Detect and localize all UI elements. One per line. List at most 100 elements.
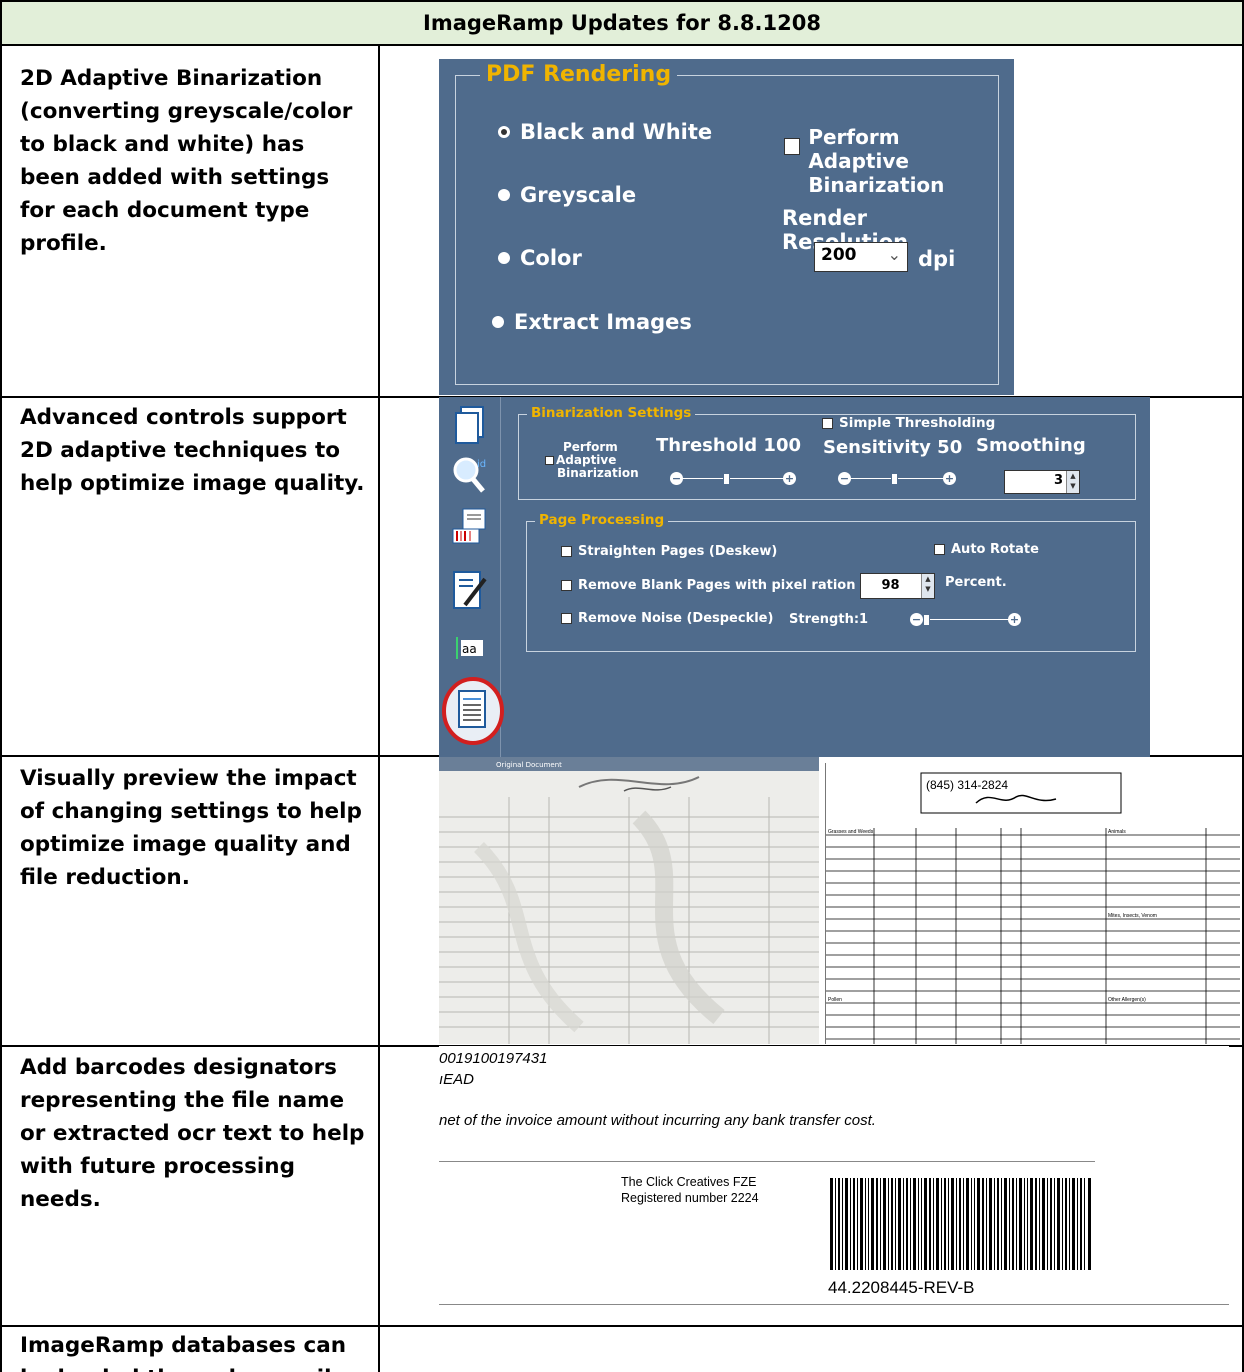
perform-adaptive-checkbox[interactable]: Perform Adaptive Binarization (784, 125, 998, 197)
company-info: The Click Creatives FZE Registered numbe… (621, 1174, 759, 1206)
plus-icon[interactable]: + (783, 472, 796, 485)
pages-icon[interactable] (451, 405, 489, 449)
radio-label: Extract Images (514, 310, 692, 334)
resolution-select[interactable]: 200 ⌄ (814, 242, 908, 272)
pdf-rendering-group: PDF Rendering Black and White Greyscale … (455, 62, 999, 385)
simple-thresholding-checkbox[interactable]: Simple Thresholding (822, 415, 995, 431)
checkbox-icon (561, 580, 572, 591)
smoothing-spinner[interactable]: 3 ▲ ▼ (1004, 470, 1080, 494)
divider-line (439, 1161, 1095, 1162)
svg-text:Animals: Animals (1108, 829, 1126, 835)
row-description: Add barcodes designators representing th… (20, 1055, 365, 1212)
perform-adaptive-checkbox[interactable]: Adaptive (545, 454, 616, 466)
search-id-icon[interactable]: id (451, 453, 489, 497)
strength-label: Strength:1 (789, 612, 869, 627)
plus-icon[interactable]: + (1008, 613, 1021, 626)
checkbox-icon (545, 456, 554, 465)
checkbox-label: Straighten Pages (Deskew) (578, 544, 778, 559)
pdf-rendering-title: PDF Rendering (480, 62, 678, 87)
updates-table: ImageRamp Updates for 8.8.1208 2D Adapti… (0, 0, 1244, 1372)
radio-label: Black and White (520, 120, 713, 144)
strength-slider[interactable]: − + (910, 613, 1021, 627)
chevron-down-icon: ⌄ (887, 245, 901, 264)
processed-document-image: (845) 314-2824 Grasses and Weeds Animals… (825, 763, 1240, 1044)
radio-extract-images[interactable]: Extract Images (492, 310, 692, 334)
company-name: The Click Creatives FZE (621, 1175, 757, 1189)
checkbox-icon (561, 546, 572, 557)
blank-pixel-ratio-spinner[interactable]: 98 ▲ ▼ (860, 573, 935, 599)
plus-icon[interactable]: + (943, 472, 956, 485)
svg-text:Grasses and Weeds: Grasses and Weeds (828, 829, 874, 835)
radio-icon (498, 252, 510, 264)
row-description: 2D Adaptive Binarization (converting gre… (20, 66, 353, 256)
invoice-snippet: 0019100197431 ıEAD net of the invoice am… (439, 1046, 1229, 1323)
sensitivity-value: 50 (937, 437, 963, 458)
original-scan-image (439, 757, 819, 1044)
radio-black-and-white[interactable]: Black and White (498, 120, 712, 144)
radio-icon (492, 316, 504, 328)
svg-text:Pollen: Pollen (828, 997, 842, 1003)
sensitivity-text: Sensitivity (823, 437, 931, 458)
minus-icon[interactable]: − (670, 472, 683, 485)
barcode-page-icon[interactable] (451, 507, 489, 551)
slider-thumb[interactable] (923, 614, 930, 626)
invoice-line: net of the invoice amount without incurr… (439, 1112, 876, 1129)
row-description: Visually preview the impact of changing … (20, 766, 362, 890)
radio-greyscale[interactable]: Greyscale (498, 183, 636, 207)
minus-icon[interactable]: − (910, 613, 923, 626)
binarization-settings-group: Binarization Settings Simple Thresholdin… (518, 405, 1136, 500)
label-line: Adaptive (556, 453, 617, 467)
remove-noise-checkbox[interactable]: Remove Noise (Despeckle) (561, 611, 773, 626)
svg-text:(845) 314-2824: (845) 314-2824 (926, 778, 1008, 792)
dpi-label: dpi (918, 247, 956, 271)
threshold-slider[interactable]: − + (670, 472, 796, 486)
percent-label: Percent. (945, 575, 1007, 590)
slider-thumb[interactable] (723, 473, 730, 485)
barcode-value: 44.2208445-REV-B (828, 1278, 975, 1297)
checkbox-label: Remove Blank Pages with pixel ration < (578, 578, 871, 593)
checkbox-label: Simple Thresholding (839, 415, 996, 431)
radio-icon (498, 189, 510, 201)
svg-text:Other Allergen(s): Other Allergen(s) (1108, 997, 1146, 1003)
auto-rotate-checkbox[interactable]: Auto Rotate (934, 542, 1039, 557)
spinner-arrows-icon[interactable]: ▲ ▼ (1066, 471, 1079, 493)
radio-color[interactable]: Color (498, 246, 582, 270)
radio-selected-icon (498, 126, 510, 138)
threshold-value: 100 (763, 435, 801, 456)
svg-text:id: id (477, 459, 486, 470)
label-line: Perform (563, 440, 618, 454)
slider-thumb[interactable] (891, 473, 898, 485)
checkbox-label: Binarization (808, 173, 945, 197)
table-header: ImageRamp Updates for 8.8.1208 (0, 0, 1244, 46)
spinner-arrows-icon[interactable]: ▲ ▼ (921, 574, 934, 598)
perform-adaptive-label: Binarization (557, 467, 639, 479)
svg-text:Mites, Insects, Venom: Mites, Insects, Venom (1108, 913, 1157, 919)
column-divider (378, 46, 380, 1372)
row-description: ImageRamp databases can be loaded throug… (20, 1333, 357, 1372)
tool-sidebar: id aa (439, 397, 504, 771)
minus-icon[interactable]: − (838, 472, 851, 485)
smoothing-value: 3 (1053, 473, 1063, 488)
row-divider (0, 1325, 1244, 1327)
table-border-left (0, 0, 2, 1372)
perform-adaptive-label: Perform (563, 441, 618, 453)
sensitivity-label: Sensitivity 50 (823, 437, 962, 458)
invoice-line: ıEAD (439, 1071, 475, 1088)
deskew-checkbox[interactable]: Straighten Pages (Deskew) (561, 544, 777, 559)
label-line: Binarization (557, 466, 639, 480)
svg-text:aa: aa (462, 642, 477, 656)
row-description: Advanced controls support 2D adaptive te… (20, 405, 365, 496)
blank-pixel-ratio-value: 98 (881, 578, 900, 593)
registration-number: Registered number 2224 (621, 1191, 759, 1205)
sensitivity-slider[interactable]: − + (838, 472, 956, 486)
divider-line (439, 1304, 1229, 1305)
edit-document-icon[interactable] (451, 569, 489, 613)
document-preview: Original Document (845) 314-2824 Grasses… (439, 757, 1240, 1044)
text-ocr-icon[interactable]: aa (451, 627, 489, 671)
remove-blank-checkbox[interactable]: Remove Blank Pages with pixel ration < (561, 578, 871, 593)
barcode-image (830, 1178, 1091, 1270)
binarization-settings-icon[interactable] (439, 673, 505, 749)
pdf-rendering-panel: PDF Rendering Black and White Greyscale … (439, 59, 1014, 395)
checkbox-icon (934, 544, 945, 555)
invoice-line: 0019100197431 (439, 1050, 548, 1067)
